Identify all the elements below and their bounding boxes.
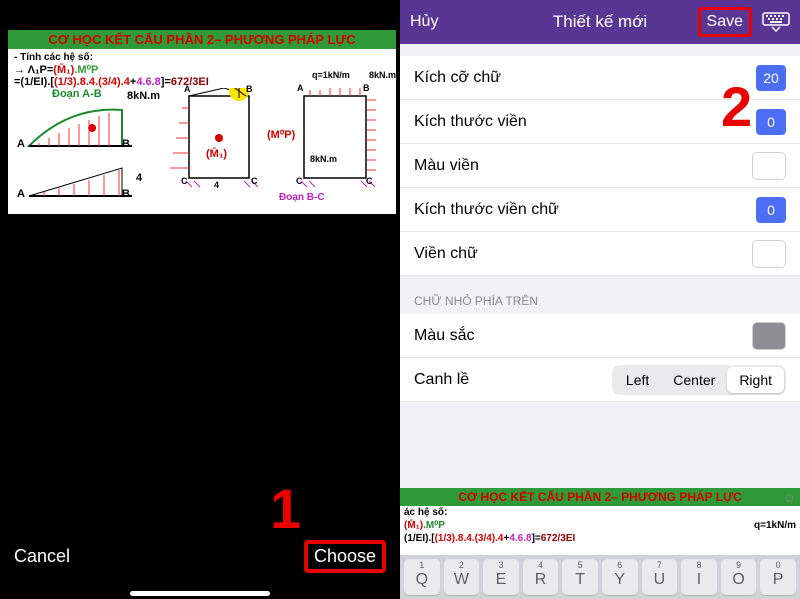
key-i[interactable]: 8I xyxy=(681,559,717,595)
row-label: Kích thước viền xyxy=(414,113,527,131)
label-M1: (M̄₁) xyxy=(206,148,227,160)
label-A-lower: A xyxy=(17,188,25,200)
star-icon: ✿ xyxy=(402,489,414,506)
keyboard-row: 1Q 2W 3E 4R 5T 6Y 7U 8I 9O 0P xyxy=(400,555,800,599)
row-label: Kích cỡ chữ xyxy=(414,69,501,87)
value-badge[interactable]: 0 xyxy=(756,197,786,223)
label-A: A xyxy=(17,138,25,150)
label-knm: 8kN.m xyxy=(127,90,160,102)
row-align: Canh lề Left Center Right xyxy=(400,358,800,402)
image-title: CƠ HỌC KẾT CẤU PHẦN 2– PHƯƠNG PHÁP LỰC xyxy=(8,30,396,49)
emoji-icon[interactable]: ☺ xyxy=(783,490,796,505)
color-swatch[interactable] xyxy=(752,240,786,268)
seg-right[interactable]: Right xyxy=(727,367,784,393)
preview-line1: ác hệ số: xyxy=(400,506,800,519)
seg-center[interactable]: Center xyxy=(661,367,727,393)
key-p[interactable]: 0P xyxy=(760,559,796,595)
value-badge[interactable]: 20 xyxy=(756,65,786,91)
key-y[interactable]: 6Y xyxy=(602,559,638,595)
color-swatch[interactable] xyxy=(752,152,786,180)
section-header: CHỮ NHỎ PHÍA TRÊN xyxy=(400,276,800,314)
label-doan-ab: Đoạn A-B xyxy=(52,88,102,100)
step-marker-2: 2 xyxy=(721,74,752,139)
keyboard-dismiss-icon[interactable] xyxy=(762,12,790,32)
preview-line3: (1/EI).[(1/3).8.4.(3/4).4+4.6.8]=672/3EI xyxy=(400,532,800,545)
color-swatch[interactable] xyxy=(752,322,786,350)
navbar: Hủy Thiết kế mới Save xyxy=(400,0,800,44)
row-text-border-size[interactable]: Kích thước viền chữ 0 xyxy=(400,188,800,232)
selected-image-preview: CƠ HỌC KẾT CẤU PHẦN 2– PHƯƠNG PHÁP LỰC -… xyxy=(8,30,396,214)
value-badge[interactable]: 0 xyxy=(756,109,786,135)
preview-title: CƠ HỌC KẾT CẤU PHẦN 2– PHƯƠNG PHÁP LỰC xyxy=(400,488,800,506)
key-w[interactable]: 2W xyxy=(444,559,480,595)
align-segmented-control[interactable]: Left Center Right xyxy=(612,365,786,395)
preview-line2: (M̄₁).M⁰P q=1kN/m xyxy=(400,519,800,532)
key-t[interactable]: 5T xyxy=(562,559,598,595)
row-label: Màu viền xyxy=(414,157,479,175)
row-label: Canh lề xyxy=(414,371,469,389)
live-preview: ✿ ☺ CƠ HỌC KẾT CẤU PHẦN 2– PHƯƠNG PHÁP L… xyxy=(400,488,800,555)
label-B: B xyxy=(122,138,130,150)
choose-button[interactable]: Choose xyxy=(304,540,386,573)
label-4: 4 xyxy=(136,172,142,184)
row-label: Viền chữ xyxy=(414,245,478,263)
row-border-color[interactable]: Màu viền xyxy=(400,144,800,188)
row-label: Kích thước viền chữ xyxy=(414,201,559,219)
home-indicator[interactable] xyxy=(130,591,270,596)
engineering-diagram xyxy=(14,88,394,210)
row-label: Màu sắc xyxy=(414,327,474,345)
key-q[interactable]: 1Q xyxy=(404,559,440,595)
key-u[interactable]: 7U xyxy=(642,559,678,595)
text-line1: - Tính các hệ số: xyxy=(14,52,390,63)
row-color[interactable]: Màu sắc xyxy=(400,314,800,358)
label-doan-bc: Đoạn B-C xyxy=(279,192,325,203)
key-o[interactable]: 9O xyxy=(721,559,757,595)
key-r[interactable]: 4R xyxy=(523,559,559,595)
label-B-lower: B xyxy=(122,188,130,200)
nav-cancel-button[interactable]: Hủy xyxy=(410,13,438,31)
label-Mp: (M⁰P) xyxy=(267,128,295,141)
key-e[interactable]: 3E xyxy=(483,559,519,595)
cancel-button[interactable]: Cancel xyxy=(14,546,70,567)
seg-left[interactable]: Left xyxy=(614,367,661,393)
image-picker-screen: CƠ HỌC KẾT CẤU PHẦN 2– PHƯƠNG PHÁP LỰC -… xyxy=(0,0,400,599)
row-text-border-color[interactable]: Viền chữ xyxy=(400,232,800,276)
nav-save-button[interactable]: Save xyxy=(698,7,752,37)
